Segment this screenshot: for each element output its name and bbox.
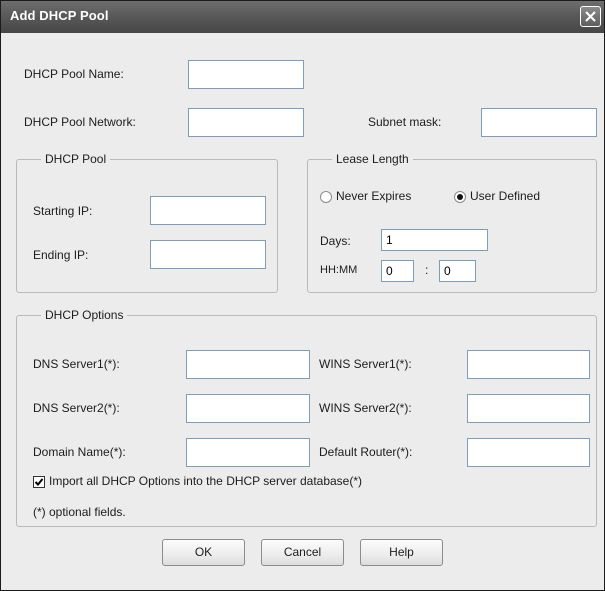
domain-name-input[interactable] (186, 438, 310, 467)
never-expires-label[interactable]: Never Expires (336, 189, 411, 203)
dns-server1-label: DNS Server1(*): (33, 357, 120, 371)
import-all-label[interactable]: Import all DHCP Options into the DHCP se… (49, 474, 362, 488)
add-dhcp-pool-dialog: Add DHCP Pool DHCP Pool Name: DHCP Pool … (0, 0, 605, 591)
never-expires-radio[interactable] (320, 191, 332, 203)
ok-button[interactable]: OK (162, 539, 245, 566)
default-router-input[interactable] (467, 438, 590, 467)
wins-server1-input[interactable] (467, 350, 590, 379)
subnet-mask-label: Subnet mask: (368, 115, 442, 129)
dns-server2-input[interactable] (186, 394, 310, 423)
lease-length-group: Lease Length Never Expires User Defined … (307, 152, 597, 293)
ending-ip-input[interactable] (150, 240, 266, 269)
pool-network-label: DHCP Pool Network: (24, 115, 136, 129)
days-label: Days: (320, 234, 351, 248)
minutes-input[interactable] (439, 260, 476, 282)
checkmark-icon (34, 478, 44, 486)
dns-server1-input[interactable] (186, 350, 310, 379)
dhcp-pool-group: DHCP Pool Starting IP: Ending IP: (16, 152, 278, 293)
help-button[interactable]: Help (360, 539, 443, 566)
ending-ip-label: Ending IP: (33, 248, 89, 262)
pool-name-label: DHCP Pool Name: (24, 67, 124, 81)
subnet-mask-input[interactable] (481, 108, 597, 137)
dialog-title: Add DHCP Pool (10, 8, 109, 23)
dhcp-pool-legend: DHCP Pool (41, 152, 111, 166)
wins-server2-input[interactable] (467, 394, 590, 423)
hhmm-label: HH:MM (320, 264, 358, 276)
hhmm-separator: : (425, 263, 429, 277)
cancel-button[interactable]: Cancel (261, 539, 344, 566)
close-button[interactable] (580, 6, 601, 27)
pool-name-input[interactable] (188, 60, 304, 89)
dialog-body: DHCP Pool Name: DHCP Pool Network: Subne… (4, 33, 601, 586)
optional-fields-note: (*) optional fields. (33, 505, 126, 519)
pool-network-input[interactable] (188, 108, 304, 137)
title-bar[interactable]: Add DHCP Pool (1, 1, 604, 33)
starting-ip-label: Starting IP: (33, 204, 93, 218)
dns-server2-label: DNS Server2(*): (33, 401, 120, 415)
hours-input[interactable] (381, 260, 414, 282)
starting-ip-input[interactable] (150, 196, 266, 225)
dhcp-options-legend: DHCP Options (41, 308, 128, 322)
domain-name-label: Domain Name(*): (33, 445, 126, 459)
user-defined-label[interactable]: User Defined (470, 189, 540, 203)
default-router-label: Default Router(*): (319, 445, 413, 459)
days-input[interactable] (381, 229, 488, 251)
user-defined-radio[interactable] (454, 191, 466, 203)
dhcp-options-group: DHCP Options DNS Server1(*): WINS Server… (16, 308, 597, 527)
lease-length-legend: Lease Length (332, 152, 413, 166)
close-icon (585, 11, 596, 22)
wins-server1-label: WINS Server1(*): (319, 357, 412, 371)
import-all-checkbox[interactable] (33, 476, 45, 488)
wins-server2-label: WINS Server2(*): (319, 401, 412, 415)
